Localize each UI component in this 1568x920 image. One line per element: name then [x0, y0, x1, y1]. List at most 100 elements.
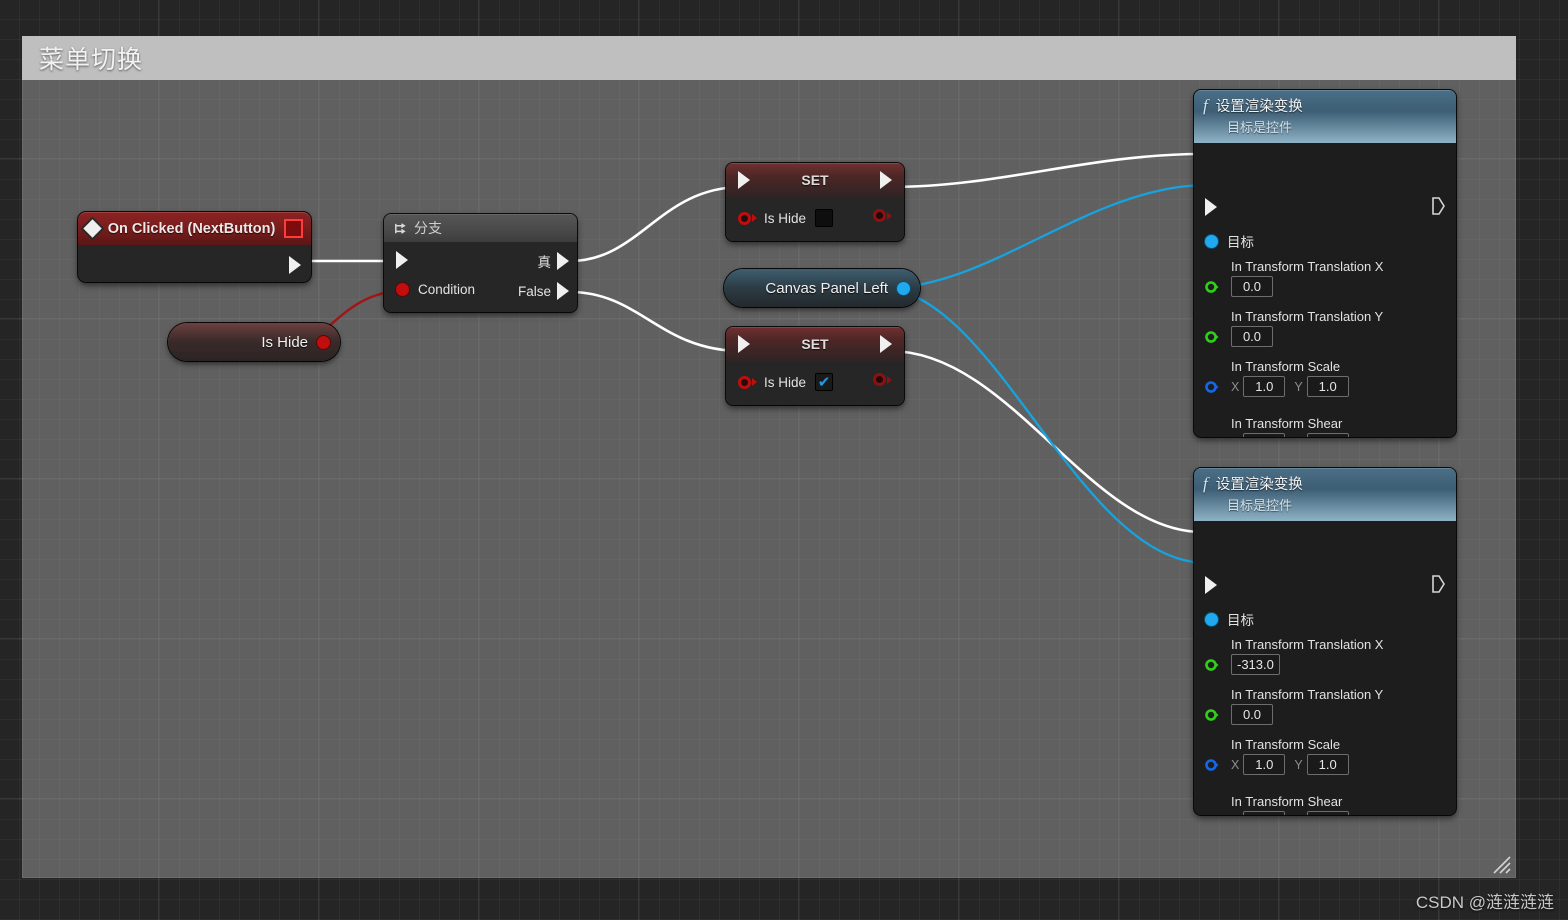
set-node-header-bottom: SET	[726, 327, 904, 361]
set-top-exec-input-pin[interactable]	[738, 171, 750, 189]
fn-b-param-3-pin[interactable]	[1205, 815, 1219, 816]
branch-false-label: False	[517, 283, 551, 299]
set-bottom-value-input-pin[interactable]	[738, 375, 751, 389]
function-node-set-render-transform-b[interactable]: f 设置渲染变换 目标是控件 目标 In Transform Translati…	[1194, 468, 1456, 815]
variable-get-is-hide[interactable]: Is Hide	[168, 323, 340, 361]
fn-a-param-3-value-y[interactable]: 0.0	[1306, 433, 1349, 437]
fn-a-param-2-axis-y: Y	[1294, 379, 1303, 394]
event-diamond-icon	[83, 219, 102, 238]
branch-false-exec-pin[interactable]	[557, 282, 569, 300]
set-bottom-exec-input-pin[interactable]	[738, 335, 750, 353]
event-node-body	[78, 245, 311, 282]
set-node-body-top: Is Hide	[726, 171, 904, 241]
checkmark-icon: ✔	[817, 373, 831, 391]
fn-b-param-0-value[interactable]: -313.0	[1231, 654, 1280, 675]
fn-a-param-3-pin[interactable]	[1205, 437, 1219, 438]
branch-node-body: 真 Condition False	[384, 242, 577, 312]
function-node-title-b: 设置渲染变换	[1215, 477, 1303, 493]
branch-condition-input-pin[interactable]	[396, 283, 409, 296]
branch-icon	[395, 222, 406, 234]
fn-a-param-3-label: In Transform Shear	[1231, 416, 1343, 431]
fn-a-param-2-axis-x: X	[1231, 379, 1240, 394]
fn-a-exec-input-pin[interactable]	[1205, 198, 1217, 216]
function-f-icon: f	[1203, 95, 1208, 115]
comment-box-header[interactable]: 菜单切换	[22, 36, 1516, 80]
branch-node-header: 分支	[384, 214, 577, 242]
set-top-value-output-pin[interactable]	[873, 209, 886, 222]
set-top-checkbox[interactable]	[815, 209, 834, 227]
canvas-panel-left-label: Canvas Panel Left	[765, 279, 888, 297]
fn-b-param-1-value[interactable]: 0.0	[1231, 704, 1273, 725]
set-bottom-checkbox[interactable]: ✔	[815, 373, 834, 391]
is-hide-output-pin[interactable]	[317, 335, 330, 349]
fn-b-exec-input-pin[interactable]	[1205, 576, 1217, 594]
fn-a-target-input-pin[interactable]	[1205, 234, 1218, 248]
fn-b-param-1-label: In Transform Translation Y	[1231, 687, 1384, 702]
fn-b-param-2-value-y[interactable]: 1.0	[1306, 754, 1349, 775]
watermark: CSDN @涟涟涟涟	[1415, 893, 1554, 912]
fn-a-param-1-label: In Transform Translation Y	[1231, 309, 1384, 324]
fn-b-param-3-axis-x: X	[1231, 815, 1239, 816]
set-bottom-exec-output-pin[interactable]	[880, 335, 892, 353]
set-top-exec-output-pin[interactable]	[880, 171, 892, 189]
fn-b-exec-output-pin[interactable]	[1432, 575, 1445, 593]
function-node-set-render-transform-a[interactable]: f 设置渲染变换 目标是控件 目标 In Transform Translati…	[1194, 90, 1456, 437]
function-node-subtitle-a: 目标是控件	[1227, 120, 1293, 135]
fn-a-exec-output-pin[interactable]	[1432, 197, 1445, 215]
set-bottom-value-input-arrow-icon	[752, 378, 757, 386]
branch-condition-label: Condition	[418, 282, 476, 297]
fn-b-param-2-value-x[interactable]: 1.0	[1243, 754, 1286, 775]
function-node-header-a: f 设置渲染变换 目标是控件	[1194, 90, 1456, 143]
function-node-subtitle-b: 目标是控件	[1227, 498, 1293, 513]
fn-a-target-label: 目标	[1227, 235, 1254, 250]
function-node-body-b: 目标 In Transform Translation X -313.0 In …	[1194, 521, 1456, 815]
fn-b-param-3-value-y[interactable]: 0.0	[1306, 811, 1349, 815]
fn-a-param-2-label: In Transform Scale	[1231, 359, 1341, 374]
event-node-on-clicked[interactable]: On Clicked (NextButton)	[78, 212, 311, 282]
is-hide-getter-label: Is Hide	[261, 333, 308, 351]
set-bottom-value-output-pin[interactable]	[873, 373, 886, 386]
branch-true-label: 真	[537, 255, 552, 270]
set-top-value-input-arrow-icon	[752, 214, 757, 222]
fn-a-param-0-label: In Transform Translation X	[1231, 259, 1384, 274]
set-bottom-value-output-arrow-icon	[887, 375, 892, 384]
fn-a-param-2-pin[interactable]	[1205, 380, 1219, 394]
fn-a-param-3-axis-x: X	[1231, 437, 1239, 438]
fn-a-param-1-pin[interactable]	[1205, 330, 1219, 344]
fn-b-param-2-label: In Transform Scale	[1231, 737, 1341, 752]
fn-a-param-1-value[interactable]: 0.0	[1231, 326, 1273, 347]
fn-a-param-2-value-x[interactable]: 1.0	[1243, 376, 1286, 397]
fn-b-param-2-pin[interactable]	[1205, 758, 1219, 772]
event-node-header: On Clicked (NextButton)	[78, 212, 311, 245]
set-node-is-hide-true[interactable]: SET Is Hide ✔	[726, 327, 904, 405]
fn-b-param-2-axis-x: X	[1231, 757, 1240, 772]
branch-node[interactable]: 分支 真 Condition False	[384, 214, 577, 312]
fn-b-param-3-label: In Transform Shear	[1231, 794, 1343, 809]
fn-a-param-2-value-y[interactable]: 1.0	[1306, 376, 1349, 397]
fn-b-param-0-label: In Transform Translation X	[1231, 637, 1384, 652]
blueprint-graph-canvas[interactable]: 菜单切换 On Clicked (NextButton) 分支 真 Condit…	[0, 0, 1568, 920]
resize-grip-icon[interactable]	[1490, 853, 1512, 875]
set-top-value-output-arrow-icon	[887, 211, 892, 220]
branch-exec-input-pin[interactable]	[396, 251, 408, 269]
branch-node-title: 分支	[414, 220, 442, 236]
canvas-panel-left-output-pin[interactable]	[897, 281, 910, 295]
set-bottom-variable-label: Is Hide	[764, 374, 807, 390]
variable-get-canvas-panel-left[interactable]: Canvas Panel Left	[724, 269, 920, 307]
fn-b-target-input-pin[interactable]	[1205, 612, 1218, 626]
fn-b-param-1-pin[interactable]	[1205, 708, 1219, 722]
set-node-is-hide-false[interactable]: SET Is Hide	[726, 163, 904, 241]
fn-b-target-label: 目标	[1227, 613, 1254, 628]
fn-b-param-3-value-x[interactable]: 0.0	[1243, 811, 1286, 815]
delegate-output-pin[interactable]	[284, 219, 303, 238]
branch-true-exec-pin[interactable]	[557, 252, 569, 270]
event-exec-output-pin[interactable]	[289, 256, 301, 274]
fn-b-param-2-axis-y: Y	[1294, 757, 1303, 772]
fn-a-param-3-value-x[interactable]: 0.0	[1243, 433, 1286, 437]
fn-b-param-0-pin[interactable]	[1205, 658, 1219, 672]
fn-a-param-0-value[interactable]: 0.0	[1231, 276, 1273, 297]
fn-a-param-0-pin[interactable]	[1205, 280, 1219, 294]
fn-b-param-3-axis-y: Y	[1294, 815, 1302, 816]
function-node-body-a: 目标 In Transform Translation X 0.0 In Tra…	[1194, 143, 1456, 437]
set-top-value-input-pin[interactable]	[738, 211, 751, 225]
